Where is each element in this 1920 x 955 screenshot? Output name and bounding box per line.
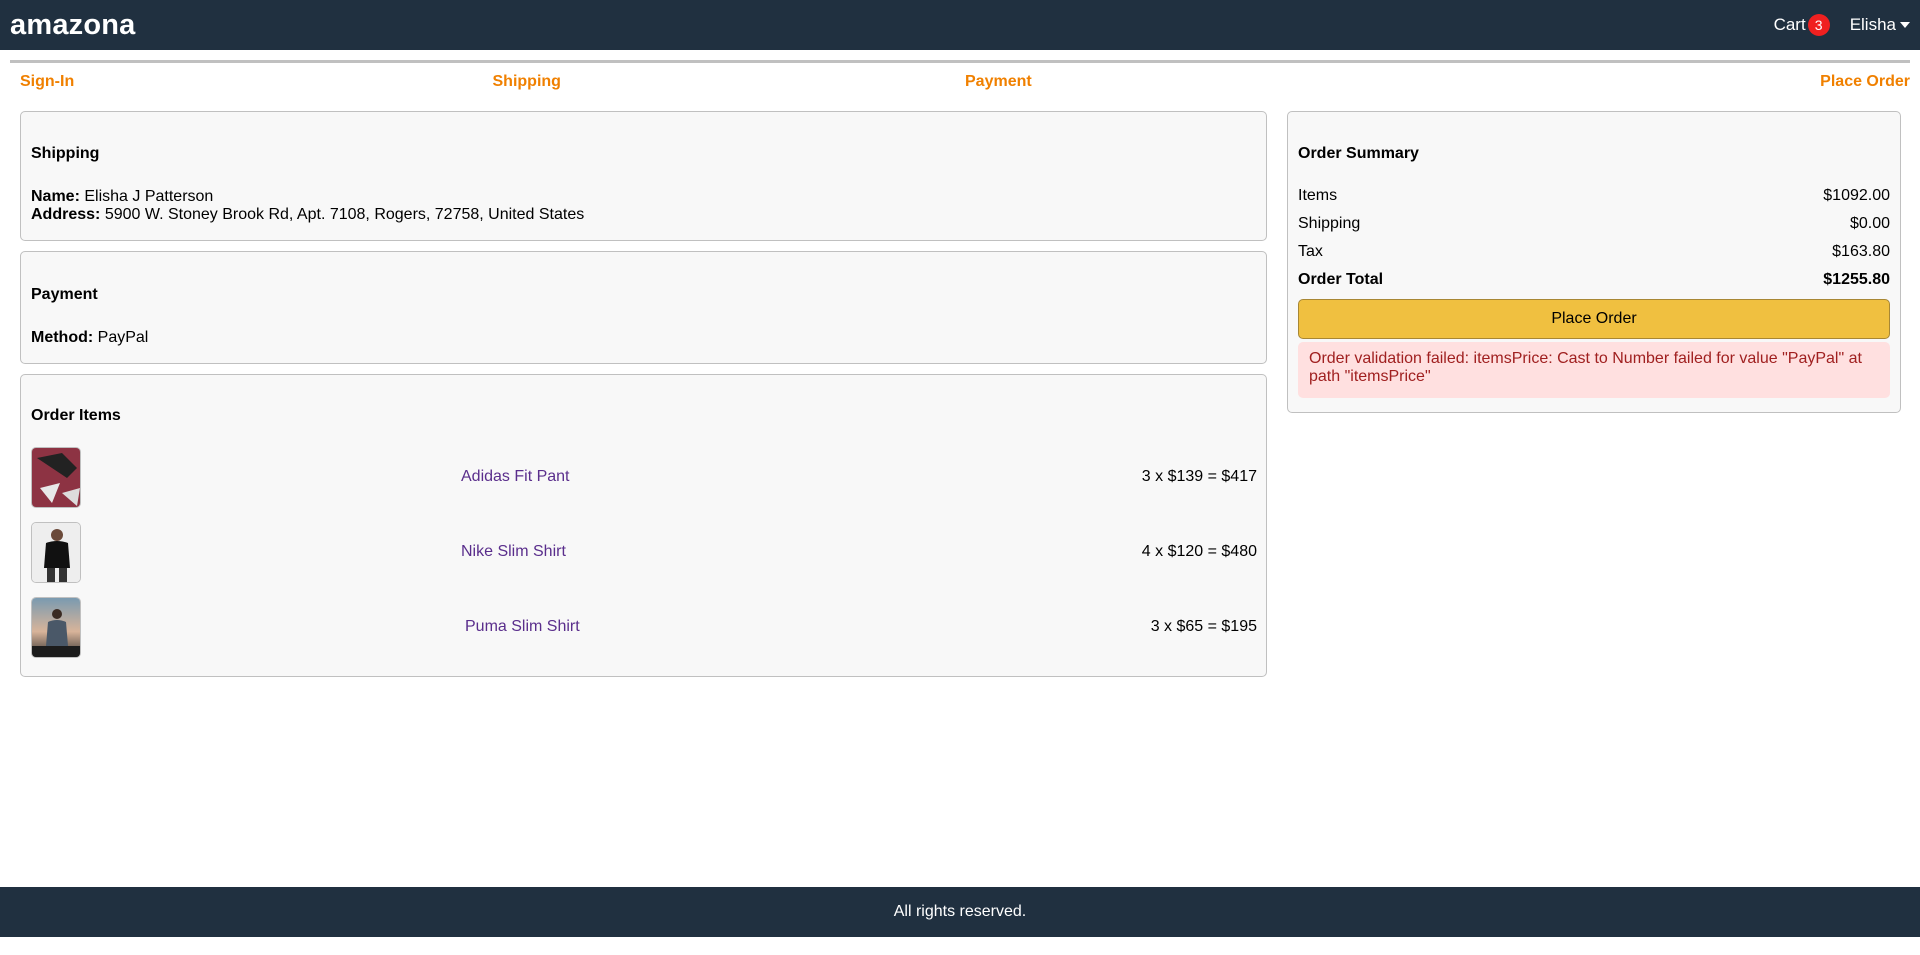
summary-value: $1092.00 [1823, 187, 1890, 204]
summary-row-items: Items $1092.00 [1298, 187, 1890, 205]
summary-value: $163.80 [1832, 243, 1890, 260]
product-image[interactable] [31, 446, 81, 508]
step-shipping: Shipping [492, 60, 965, 96]
shipping-address: 5900 W. Stoney Brook Rd, Apt. 7108, Roge… [104, 206, 585, 223]
order-items-title: Order Items [31, 407, 121, 424]
header-right: Cart 3 Elisha [1774, 14, 1910, 36]
brand-logo[interactable]: amazona [10, 9, 136, 42]
header: amazona Cart 3 Elisha [0, 0, 1920, 50]
item-name-link[interactable]: Adidas Fit Pant [461, 468, 570, 486]
address-label: Address: [31, 206, 101, 223]
order-item-row: Nike Slim Shirt 4 x $120 = $480 [31, 521, 1257, 583]
shipping-address-line: Address: 5900 W. Stoney Brook Rd, Apt. 7… [31, 206, 584, 224]
payment-method-line: Method: PayPal [31, 329, 148, 347]
order-summary-card: Order Summary Items $1092.00 Shipping $0… [1287, 111, 1901, 413]
name-label: Name: [31, 188, 80, 205]
place-order-button[interactable]: Place Order [1298, 299, 1890, 339]
cart-link[interactable]: Cart 3 [1774, 14, 1830, 36]
item-price: 3 x $139 = $417 [1141, 468, 1257, 485]
step-payment: Payment [965, 60, 1438, 96]
summary-row-shipping: Shipping $0.00 [1298, 215, 1890, 233]
summary-row-order-total: Order Total $1255.80 [1298, 271, 1890, 289]
summary-row-tax: Tax $163.80 [1298, 243, 1890, 261]
payment-title: Payment [31, 286, 98, 303]
method-label: Method: [31, 329, 94, 346]
summary-label: Shipping [1298, 215, 1361, 232]
item-price: 3 x $65 = $195 [1150, 618, 1257, 635]
order-items-card: Order Items Adidas Fit Pant 3 x $139 = $… [20, 374, 1267, 677]
user-name: Elisha [1849, 15, 1896, 34]
step-place-order: Place Order [1437, 60, 1910, 96]
summary-label: Tax [1298, 243, 1323, 260]
checkout-steps: Sign-In Shipping Payment Place Order [10, 60, 1910, 96]
user-menu-button[interactable]: Elisha [1850, 15, 1910, 35]
item-price: 4 x $120 = $480 [1141, 543, 1257, 560]
item-name-link[interactable]: Puma Slim Shirt [465, 618, 580, 636]
footer-text: All rights reserved. [893, 903, 1027, 920]
product-image[interactable] [31, 596, 81, 658]
shipping-name-line: Name: Elisha J Patterson [31, 188, 213, 206]
shipping-title: Shipping [31, 145, 100, 162]
summary-value: $0.00 [1849, 215, 1890, 232]
summary-value: $1255.80 [1823, 271, 1890, 288]
error-alert: Order validation failed: itemsPrice: Cas… [1298, 342, 1890, 398]
cart-label: Cart [1773, 15, 1806, 34]
shipping-card: Shipping Name: Elisha J Patterson Addres… [20, 111, 1267, 241]
order-item-row: Puma Slim Shirt 3 x $65 = $195 [31, 596, 1257, 658]
caret-down-icon [1900, 22, 1910, 28]
item-name-link[interactable]: Nike Slim Shirt [461, 543, 566, 561]
payment-card: Payment Method: PayPal [20, 251, 1267, 364]
order-item-row: Adidas Fit Pant 3 x $139 = $417 [31, 446, 1257, 508]
step-sign-in: Sign-In [10, 60, 493, 96]
payment-method: PayPal [97, 329, 149, 346]
order-summary-title: Order Summary [1298, 145, 1419, 162]
shipping-name: Elisha J Patterson [84, 188, 214, 205]
summary-label: Order Total [1298, 271, 1384, 288]
page: amazona Cart 3 Elisha Sign-In Shipping P… [0, 0, 1920, 955]
footer: All rights reserved. [0, 887, 1920, 937]
product-image[interactable] [31, 521, 81, 583]
summary-label: Items [1298, 187, 1338, 204]
cart-count-badge: 3 [1807, 14, 1830, 36]
